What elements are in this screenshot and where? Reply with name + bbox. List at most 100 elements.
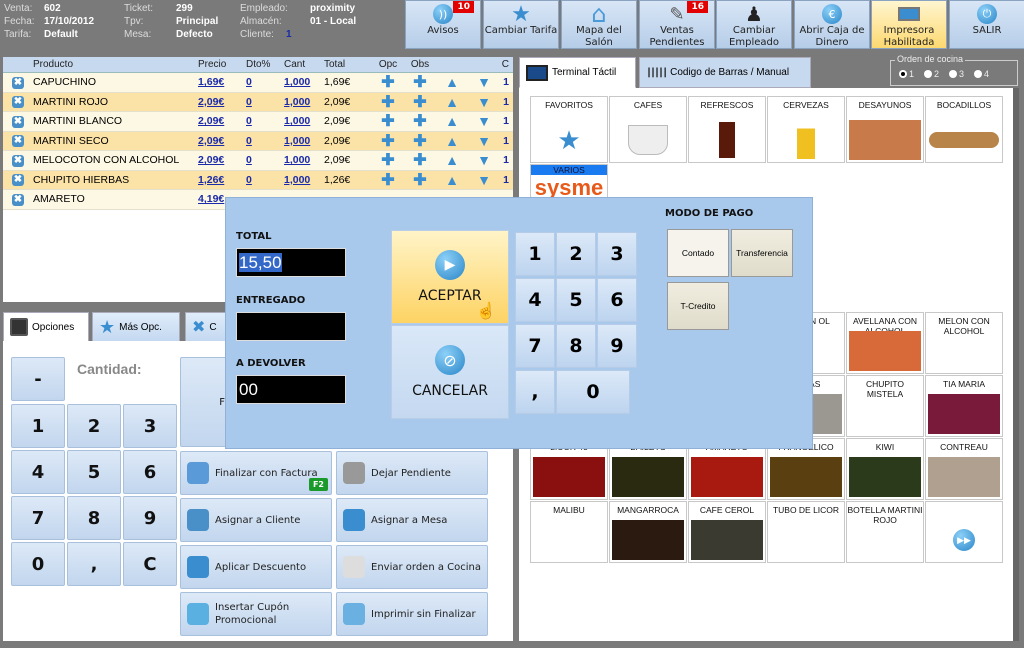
product-tile[interactable]: MANGARROCA	[609, 501, 687, 563]
cant-link[interactable]: 1,000	[284, 174, 310, 186]
keypad-key-1[interactable]: 2	[67, 404, 121, 448]
cant-link[interactable]: 1,000	[284, 135, 310, 147]
orden-radio-4[interactable]: 4	[974, 69, 989, 79]
toolbar-button-5[interactable]: € Abrir Caja de Dinero	[794, 0, 870, 49]
action-button-0[interactable]: Finalizar con Factura F2	[180, 451, 332, 495]
delete-icon[interactable]: ✖	[12, 96, 24, 109]
tab-configuracion[interactable]: ✖ C	[185, 312, 230, 342]
obs-plus-icon[interactable]: ✚	[404, 131, 436, 151]
tab-terminal-tactil[interactable]: Terminal Táctil	[519, 57, 636, 88]
opc-plus-icon[interactable]: ✚	[372, 150, 404, 170]
product-tile[interactable]: ▶▶	[925, 501, 1003, 563]
keypad-key-9[interactable]: 0	[11, 542, 65, 586]
category-cafes[interactable]: CAFES	[609, 96, 687, 163]
keypad-key-8[interactable]: 9	[123, 496, 177, 540]
tab-codigo-barras[interactable]: ||||| Codigo de Barras / Manual	[639, 57, 811, 88]
delete-icon[interactable]: ✖	[12, 174, 24, 187]
pay-transferencia[interactable]: Transferencia	[731, 229, 793, 277]
arrow-down-icon[interactable]: ▼	[468, 74, 500, 90]
orden-radio-2[interactable]: 2	[924, 69, 939, 79]
obs-plus-icon[interactable]: ✚	[404, 150, 436, 170]
opc-plus-icon[interactable]: ✚	[372, 92, 404, 112]
pay-t-credito[interactable]: T-Credito	[667, 282, 729, 330]
ticket-row[interactable]: ✖ MELOCOTON CON ALCOHOL 2,09€ 0 1,000 2,…	[3, 151, 513, 171]
cant-link[interactable]: 1,000	[284, 76, 310, 88]
delete-icon[interactable]: ✖	[12, 193, 24, 206]
keypad-key-4[interactable]: 5	[67, 450, 121, 494]
action-button-2[interactable]: Asignar a Cliente	[180, 498, 332, 542]
tab-mas-opc[interactable]: ★ Más Opc.	[92, 312, 180, 342]
arrow-down-icon[interactable]: ▼	[468, 172, 500, 188]
arrow-up-icon[interactable]: ▲	[436, 113, 468, 129]
opc-plus-icon[interactable]: ✚	[372, 170, 404, 190]
delete-icon[interactable]: ✖	[12, 154, 24, 167]
cant-link[interactable]: 1,000	[284, 154, 310, 166]
delete-icon[interactable]: ✖	[12, 135, 24, 148]
toolbar-button-6[interactable]: Impresora Habilitada	[871, 0, 947, 49]
arrow-down-icon[interactable]: ▼	[468, 133, 500, 149]
arrow-up-icon[interactable]: ▲	[436, 152, 468, 168]
arrow-up-icon[interactable]: ▲	[436, 172, 468, 188]
opc-plus-icon[interactable]: ✚	[372, 111, 404, 131]
ticket-row[interactable]: ✖ MARTINI BLANCO 2,09€ 0 1,000 2,09€ ✚ ✚…	[3, 112, 513, 132]
payment-key-6[interactable]: 7	[515, 324, 555, 368]
precio-link[interactable]: 2,09€	[198, 96, 224, 108]
arrow-up-icon[interactable]: ▲	[436, 94, 468, 110]
payment-key-10[interactable]: 0	[556, 370, 630, 414]
toolbar-button-3[interactable]: 16 ✎ Ventas Pendientes	[639, 0, 715, 49]
arrow-up-icon[interactable]: ▲	[436, 74, 468, 90]
product-tile[interactable]: BOTELLA MARTINI ROJO	[846, 501, 924, 563]
dto-link[interactable]: 0	[246, 76, 252, 88]
payment-key-8[interactable]: 9	[597, 324, 637, 368]
product-tile[interactable]: CHUPITO MISTELA	[846, 375, 924, 437]
payment-key-9[interactable]: ,	[515, 370, 555, 414]
product-tile[interactable]: MELON CON ALCOHOL	[925, 312, 1003, 374]
keypad-key-5[interactable]: 6	[123, 450, 177, 494]
category-bocadillos[interactable]: BOCADILLOS	[925, 96, 1003, 163]
orden-radio-1[interactable]: 1	[899, 69, 914, 79]
ticket-row[interactable]: ✖ MARTINI SECO 2,09€ 0 1,000 2,09€ ✚ ✚ ▲…	[3, 131, 513, 151]
product-tile[interactable]: TIA MARIA	[925, 375, 1003, 437]
pay-contado[interactable]: Contado	[667, 229, 729, 277]
keypad-key-2[interactable]: 3	[123, 404, 177, 448]
keypad-key-6[interactable]: 7	[11, 496, 65, 540]
arrow-up-icon[interactable]: ▲	[436, 133, 468, 149]
cancelar-button[interactable]: ⊘ CANCELAR	[391, 325, 509, 419]
payment-key-3[interactable]: 4	[515, 278, 555, 322]
entregado-field[interactable]	[236, 312, 346, 341]
product-tile[interactable]: TUBO DE LICOR	[767, 501, 845, 563]
action-button-1[interactable]: Dejar Pendiente	[336, 451, 488, 495]
dto-link[interactable]: 0	[246, 154, 252, 166]
product-tile[interactable]: MALIBU	[530, 501, 608, 563]
action-button-3[interactable]: Asignar a Mesa	[336, 498, 488, 542]
product-tile[interactable]: AVELLANA CON ALCOHOL	[846, 312, 924, 374]
minus-key[interactable]: -	[11, 357, 65, 401]
keypad-key-10[interactable]: ,	[67, 542, 121, 586]
opc-plus-icon[interactable]: ✚	[372, 131, 404, 151]
payment-key-5[interactable]: 6	[597, 278, 637, 322]
action-button-6[interactable]: Insertar Cupón Promocional	[180, 592, 332, 636]
action-button-5[interactable]: Enviar orden a Cocina	[336, 545, 488, 589]
payment-key-2[interactable]: 3	[597, 232, 637, 276]
cant-link[interactable]: 1,000	[284, 115, 310, 127]
keypad-key-0[interactable]: 1	[11, 404, 65, 448]
payment-key-1[interactable]: 2	[556, 232, 596, 276]
dto-link[interactable]: 0	[246, 115, 252, 127]
payment-key-0[interactable]: 1	[515, 232, 555, 276]
category-favoritos[interactable]: FAVORITOS ★	[530, 96, 608, 163]
action-button-7[interactable]: Imprimir sin Finalizar	[336, 592, 488, 636]
arrow-down-icon[interactable]: ▼	[468, 152, 500, 168]
delete-icon[interactable]: ✖	[12, 76, 24, 89]
cliente-value[interactable]: 1	[286, 28, 292, 41]
category-refrescos[interactable]: REFRESCOS	[688, 96, 766, 163]
opc-plus-icon[interactable]: ✚	[372, 72, 404, 92]
category-cervezas[interactable]: CERVEZAS	[767, 96, 845, 163]
scrollbar[interactable]	[1013, 88, 1019, 641]
precio-link[interactable]: 4,19€	[198, 193, 224, 205]
obs-plus-icon[interactable]: ✚	[404, 111, 436, 131]
devolver-field[interactable]: 00	[236, 375, 346, 404]
dto-link[interactable]: 0	[246, 135, 252, 147]
precio-link[interactable]: 1,69€	[198, 76, 224, 88]
precio-link[interactable]: 2,09€	[198, 115, 224, 127]
payment-key-7[interactable]: 8	[556, 324, 596, 368]
